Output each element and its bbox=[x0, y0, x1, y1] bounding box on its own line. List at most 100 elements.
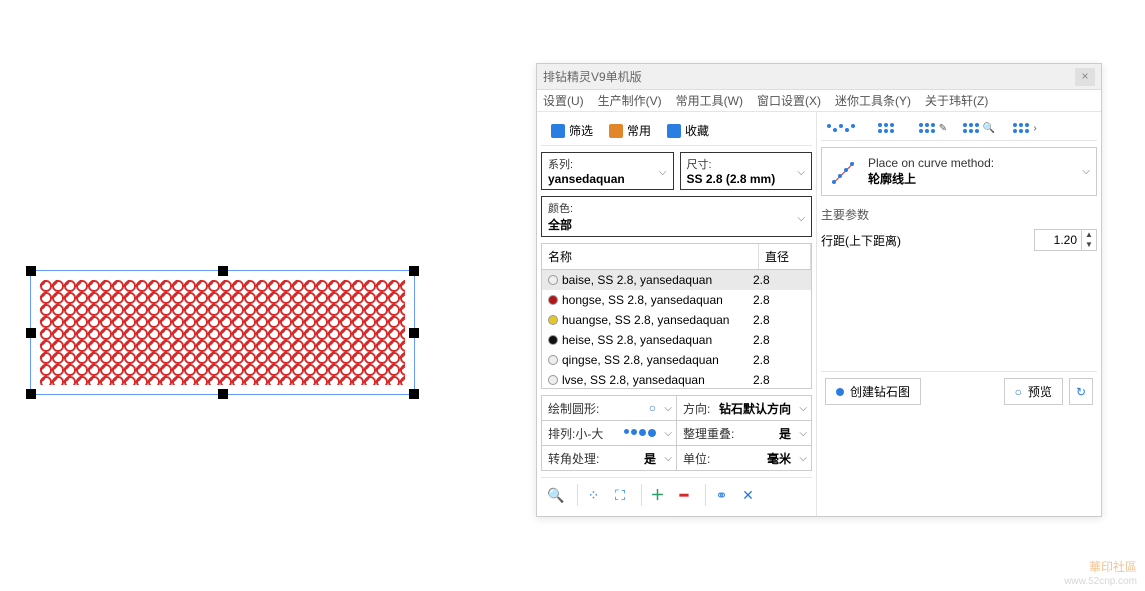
unit-select[interactable]: 单位:毫米⌵ bbox=[677, 446, 811, 470]
chevron-down-icon: ⌵ bbox=[797, 213, 805, 224]
row-diameter: 2.8 bbox=[753, 353, 805, 367]
tab-favorite[interactable]: 收藏 bbox=[661, 120, 715, 141]
col-name[interactable]: 名称 bbox=[542, 244, 759, 269]
handle-top-right[interactable] bbox=[409, 266, 419, 276]
color-label: 颜色: bbox=[548, 200, 805, 216]
row-spacing-input[interactable] bbox=[1035, 231, 1081, 249]
pattern-bar: ✎ 🔍 › bbox=[821, 116, 1097, 141]
corner-select[interactable]: 转角处理:是⌵ bbox=[542, 446, 677, 470]
circle-icon: ○ bbox=[1015, 385, 1022, 399]
create-label: 创建钻石图 bbox=[850, 383, 910, 400]
size-dropdown[interactable]: 尺寸: SS 2.8 (2.8 mm) ⌵ bbox=[680, 152, 813, 190]
arrange-select[interactable]: 排列:小-大⌵ bbox=[542, 421, 677, 445]
pattern-grid-zoom[interactable]: 🔍 bbox=[961, 120, 997, 136]
pattern-grid[interactable] bbox=[869, 120, 905, 136]
refresh-button[interactable]: ↻ bbox=[1069, 378, 1093, 405]
plus-icon[interactable]: ＋ bbox=[641, 484, 663, 506]
chevron-down-icon: ⌵ bbox=[664, 453, 672, 464]
left-pane: 筛选 常用 收藏 系列: yansedaquan ⌵ 尺寸: SS 2.8 (2… bbox=[537, 112, 817, 516]
scatter-icon[interactable]: ✕ bbox=[737, 484, 759, 506]
params-title: 主要参数 bbox=[821, 206, 1097, 223]
dot-icon bbox=[836, 388, 844, 396]
list-body[interactable]: baise, SS 2.8, yansedaquan2.8hongse, SS … bbox=[541, 269, 812, 389]
handle-mid-left[interactable] bbox=[26, 328, 36, 338]
pattern-wave[interactable] bbox=[823, 120, 859, 136]
menu-tools[interactable]: 常用工具(W) bbox=[676, 92, 743, 109]
list-row[interactable]: baise, SS 2.8, yansedaquan2.8 bbox=[542, 270, 811, 290]
canvas-area[interactable] bbox=[15, 255, 430, 410]
preview-button[interactable]: ○ 预览 bbox=[1004, 378, 1063, 405]
menu-settings[interactable]: 设置(U) bbox=[543, 92, 584, 109]
row-diameter: 2.8 bbox=[753, 373, 805, 387]
magnifier-icon: 🔍 bbox=[983, 123, 995, 134]
watermark-sub: www.52cnp.com bbox=[1064, 576, 1137, 587]
list-row[interactable]: hongse, SS 2.8, yansedaquan2.8 bbox=[542, 290, 811, 310]
size-dots-icon bbox=[624, 429, 670, 437]
row-spacing-spinner[interactable]: ▲▼ bbox=[1034, 229, 1097, 251]
row-name: hongse, SS 2.8, yansedaquan bbox=[562, 293, 749, 307]
color-value: 全部 bbox=[548, 216, 805, 233]
favorite-icon bbox=[667, 124, 681, 138]
color-swatch bbox=[548, 275, 558, 285]
color-swatch bbox=[548, 355, 558, 365]
chevron-down-icon: ⌵ bbox=[664, 403, 672, 414]
pattern-fill[interactable] bbox=[40, 280, 405, 385]
direction-select[interactable]: 方向:钻石默认方向⌵ bbox=[677, 396, 811, 420]
method-title: Place on curve method: bbox=[868, 156, 994, 170]
tab-common-label: 常用 bbox=[627, 122, 651, 139]
close-button[interactable]: × bbox=[1075, 68, 1095, 86]
handle-top-center[interactable] bbox=[218, 266, 228, 276]
spin-up[interactable]: ▲ bbox=[1082, 230, 1096, 240]
row-name: huangse, SS 2.8, yansedaquan bbox=[562, 313, 749, 327]
chevron-down-icon: ⌵ bbox=[664, 428, 672, 439]
list-row[interactable]: heise, SS 2.8, yansedaquan 2.8 bbox=[542, 330, 811, 350]
draw-shape-select[interactable]: 绘制圆形:○⌵ bbox=[542, 396, 677, 420]
direction-label: 方向: bbox=[683, 400, 710, 417]
row-name: qingse, SS 2.8, yansedaquan bbox=[562, 353, 749, 367]
handle-mid-right[interactable] bbox=[409, 328, 419, 338]
minus-icon[interactable]: ━ bbox=[673, 484, 695, 506]
chevron-down-icon: ⌵ bbox=[799, 403, 807, 414]
row-diameter: 2.8 bbox=[753, 313, 805, 327]
preview-label: 预览 bbox=[1028, 383, 1052, 400]
tab-favorite-label: 收藏 bbox=[685, 122, 709, 139]
handle-bottom-left[interactable] bbox=[26, 389, 36, 399]
titlebar[interactable]: 排钻精灵V9单机版 × bbox=[537, 64, 1101, 90]
menu-mini-toolbar[interactable]: 迷你工具条(Y) bbox=[835, 92, 911, 109]
row-name: heise, SS 2.8, yansedaquan bbox=[562, 333, 749, 347]
create-button[interactable]: 创建钻石图 bbox=[825, 378, 921, 405]
color-swatch bbox=[548, 315, 558, 325]
list-row[interactable]: huangse, SS 2.8, yansedaquan 2.8 bbox=[542, 310, 811, 330]
color-dropdown[interactable]: 颜色: 全部 ⌵ bbox=[541, 196, 812, 237]
tab-common[interactable]: 常用 bbox=[603, 120, 657, 141]
dialog-window: 排钻精灵V9单机版 × 设置(U) 生产制作(V) 常用工具(W) 窗口设置(X… bbox=[536, 63, 1102, 517]
params-section: 主要参数 行距(上下距离) ▲▼ bbox=[821, 206, 1097, 251]
handle-bottom-center[interactable] bbox=[218, 389, 228, 399]
series-value: yansedaquan bbox=[548, 172, 667, 186]
list-header: 名称 直径 bbox=[541, 243, 812, 269]
tool-row: 🔍 ⁘ ⛶ ＋ ━ ⚭ ✕ bbox=[541, 477, 812, 512]
handle-top-left[interactable] bbox=[26, 266, 36, 276]
common-icon bbox=[609, 124, 623, 138]
col-diameter[interactable]: 直径 bbox=[759, 244, 811, 269]
series-dropdown[interactable]: 系列: yansedaquan ⌵ bbox=[541, 152, 674, 190]
bounds-icon[interactable]: ⛶ bbox=[609, 484, 631, 506]
list-row[interactable]: lvse, SS 2.8, yansedaquan2.8 bbox=[542, 370, 811, 389]
row-diameter: 2.8 bbox=[753, 333, 805, 347]
list-row[interactable]: qingse, SS 2.8, yansedaquan 2.8 bbox=[542, 350, 811, 370]
reorganize-select[interactable]: 整理重叠:是⌵ bbox=[677, 421, 811, 445]
method-select[interactable]: Place on curve method: 轮廓线上 ⌵ bbox=[821, 147, 1097, 196]
pattern-grid-chevron[interactable]: › bbox=[1007, 120, 1043, 136]
menu-production[interactable]: 生产制作(V) bbox=[598, 92, 662, 109]
handle-bottom-right[interactable] bbox=[409, 389, 419, 399]
tab-filter[interactable]: 筛选 bbox=[545, 120, 599, 141]
menu-window[interactable]: 窗口设置(X) bbox=[757, 92, 821, 109]
link-icon[interactable]: ⚭ bbox=[705, 484, 727, 506]
size-value: SS 2.8 (2.8 mm) bbox=[687, 172, 806, 186]
pattern-grid-edit[interactable]: ✎ bbox=[915, 120, 951, 136]
series-label: 系列: bbox=[548, 156, 667, 172]
zoom-icon[interactable]: 🔍 bbox=[545, 484, 567, 506]
spin-down[interactable]: ▼ bbox=[1082, 240, 1096, 250]
cluster-icon[interactable]: ⁘ bbox=[577, 484, 599, 506]
menu-about[interactable]: 关于玮轩(Z) bbox=[925, 92, 988, 109]
